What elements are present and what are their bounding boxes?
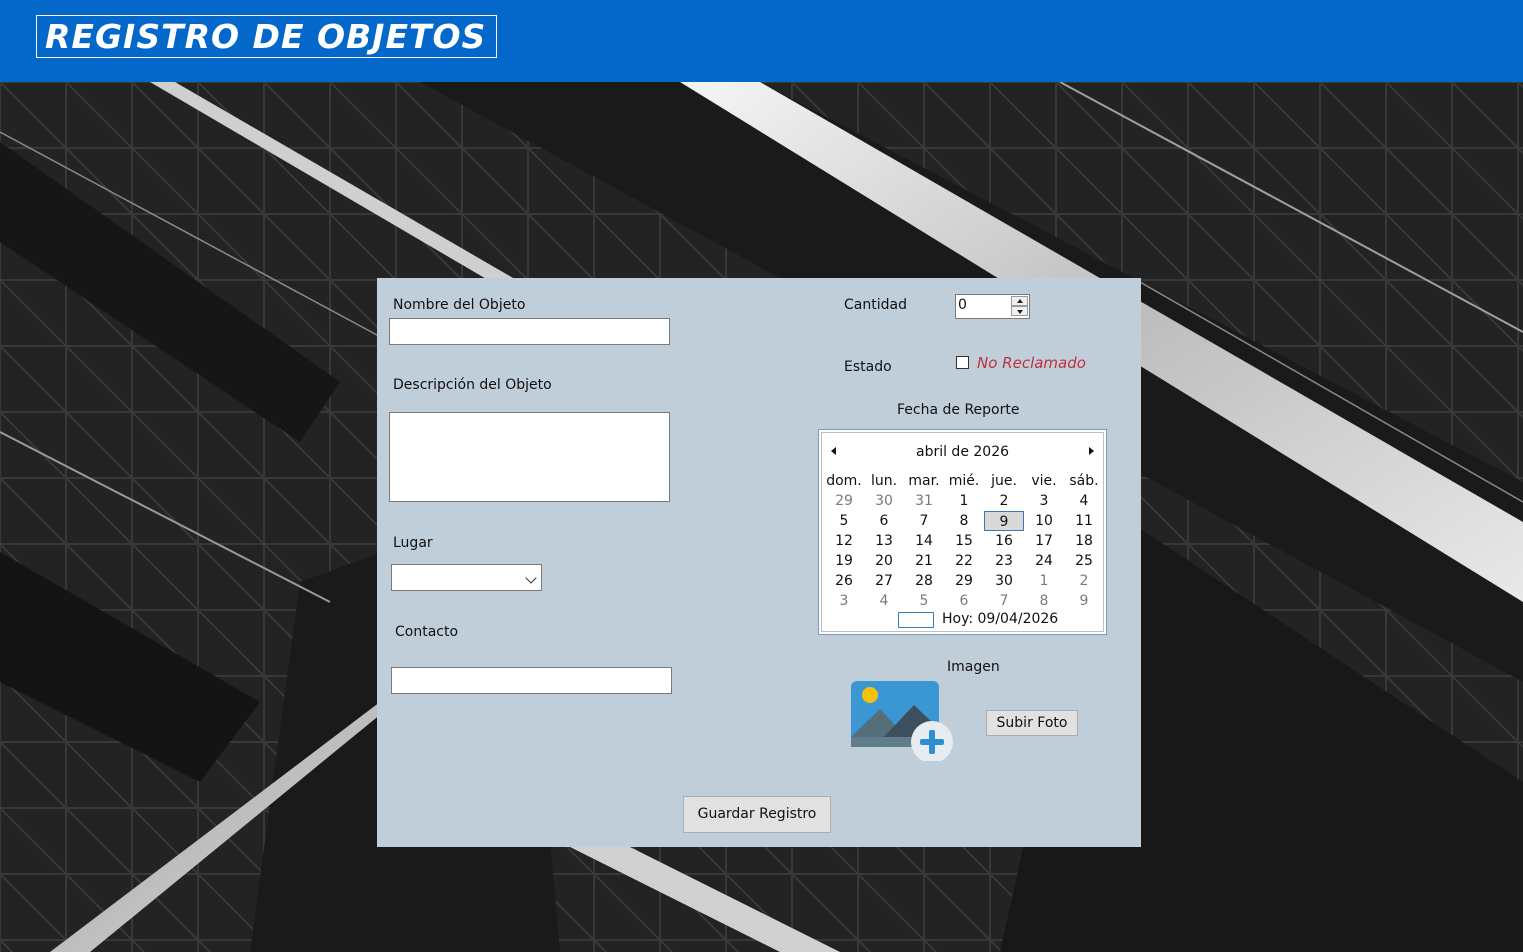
calendar-day[interactable]: 4 (1064, 491, 1104, 511)
descripcion-label: Descripción del Objeto (393, 377, 552, 393)
stepper-up-button[interactable] (1011, 296, 1028, 306)
calendar-day[interactable]: 15 (944, 531, 984, 551)
calendar-day[interactable]: 12 (824, 531, 864, 551)
calendar-day[interactable]: 7 (904, 511, 944, 531)
calendar-day[interactable]: 1 (944, 491, 984, 511)
calendar-day[interactable]: 9 (1064, 591, 1104, 611)
weekday-header: mié. (948, 473, 980, 489)
cantidad-stepper[interactable]: 0 (955, 294, 1030, 319)
calendar-day[interactable]: 16 (984, 531, 1024, 551)
calendar-day[interactable]: 26 (824, 571, 864, 591)
calendar-day[interactable]: 23 (984, 551, 1024, 571)
calendar-day[interactable]: 7 (984, 591, 1024, 611)
calendar-day[interactable]: 11 (1064, 511, 1104, 531)
lugar-dropdown[interactable] (391, 564, 542, 591)
calendar-day[interactable]: 29 (944, 571, 984, 591)
chevron-right-icon[interactable] (1089, 447, 1094, 455)
calendar-day[interactable]: 4 (864, 591, 904, 611)
calendar-day[interactable]: 1 (1024, 571, 1064, 591)
registration-form-panel: Nombre del Objeto Descripción del Objeto… (377, 278, 1141, 847)
calendar-day[interactable]: 22 (944, 551, 984, 571)
descripcion-textarea[interactable] (389, 412, 670, 502)
calendar-day[interactable]: 30 (984, 571, 1024, 591)
calendar-day[interactable]: 8 (944, 511, 984, 531)
calendar-day[interactable]: 17 (1024, 531, 1064, 551)
calendar-day[interactable]: 24 (1024, 551, 1064, 571)
cantidad-value: 0 (958, 297, 967, 313)
lugar-label: Lugar (393, 535, 433, 551)
weekday-header: lun. (870, 473, 898, 489)
calendar-weekday-row: dom. lun. mar. mié. jue. vie. sáb. (824, 471, 1104, 491)
calendar-day[interactable]: 2 (984, 491, 1024, 511)
calendar-week-row: 19 20 21 22 23 24 25 (824, 551, 1104, 571)
calendar-day[interactable]: 6 (944, 591, 984, 611)
calendar-week-row: 12 13 14 15 16 17 18 (824, 531, 1104, 551)
calendar-day[interactable]: 27 (864, 571, 904, 591)
estado-checkbox[interactable] (956, 356, 969, 369)
estado-checkbox-label[interactable]: No Reclamado (977, 354, 1086, 372)
estado-label: Estado (844, 359, 892, 375)
calendar-day[interactable]: 20 (864, 551, 904, 571)
calendar-day[interactable]: 21 (904, 551, 944, 571)
weekday-header: jue. (991, 473, 1017, 489)
today-marker[interactable] (898, 612, 934, 628)
weekday-header: sáb. (1069, 473, 1099, 489)
nombre-label: Nombre del Objeto (393, 297, 526, 313)
calendar-week-row: 26 27 28 29 30 1 2 (824, 571, 1104, 591)
calendar-day[interactable]: 28 (904, 571, 944, 591)
calendar-day[interactable]: 10 (1024, 511, 1064, 531)
image-add-icon (851, 681, 953, 761)
title-bar: REGISTRO DE OBJETOS (0, 0, 1523, 82)
contacto-input[interactable] (391, 667, 672, 694)
calendar-day[interactable]: 2 (1064, 571, 1104, 591)
weekday-header: vie. (1031, 473, 1057, 489)
calendar-week-row: 3 4 5 6 7 8 9 (824, 591, 1104, 611)
subir-foto-button[interactable]: Subir Foto (986, 710, 1078, 736)
calendar-day-selected[interactable]: 9 (984, 511, 1024, 531)
calendar-day[interactable]: 3 (1024, 491, 1064, 511)
calendar-day[interactable]: 5 (824, 511, 864, 531)
stepper-down-button[interactable] (1011, 306, 1028, 316)
calendar-week-row: 5 6 7 8 9 10 11 (824, 511, 1104, 531)
calendar-day[interactable]: 29 (824, 491, 864, 511)
calendar-grid: dom. lun. mar. mié. jue. vie. sáb. 29 30… (824, 471, 1104, 611)
calendar-day[interactable]: 5 (904, 591, 944, 611)
chevron-down-icon (525, 572, 537, 584)
weekday-header: mar. (908, 473, 940, 489)
cantidad-label: Cantidad (844, 297, 907, 313)
contacto-label: Contacto (395, 624, 459, 640)
calendar-month-title: abril de 2026 (915, 444, 1010, 460)
guardar-registro-button[interactable]: Guardar Registro (683, 796, 831, 833)
imagen-label: Imagen (947, 659, 1000, 675)
calendar-day[interactable]: 14 (904, 531, 944, 551)
calendar-day[interactable]: 30 (864, 491, 904, 511)
calendar-day[interactable]: 25 (1064, 551, 1104, 571)
calendar-day[interactable]: 8 (1024, 591, 1064, 611)
nombre-input[interactable] (389, 318, 670, 345)
calendar-day[interactable]: 19 (824, 551, 864, 571)
calendar-day[interactable]: 6 (864, 511, 904, 531)
calendar-day[interactable]: 13 (864, 531, 904, 551)
calendar-day[interactable]: 18 (1064, 531, 1104, 551)
calendar-day[interactable]: 3 (824, 591, 864, 611)
calendar-today-label[interactable]: Hoy: 09/04/2026 (942, 611, 1058, 627)
calendar-week-row: 29 30 31 1 2 3 4 (824, 491, 1104, 511)
fecha-label: Fecha de Reporte (897, 402, 1020, 418)
calendar-day[interactable]: 31 (904, 491, 944, 511)
fecha-calendar[interactable]: abril de 2026 dom. lun. mar. mié. jue. v… (818, 429, 1107, 635)
app-title: REGISTRO DE OBJETOS (36, 15, 498, 58)
weekday-header: dom. (826, 473, 862, 489)
